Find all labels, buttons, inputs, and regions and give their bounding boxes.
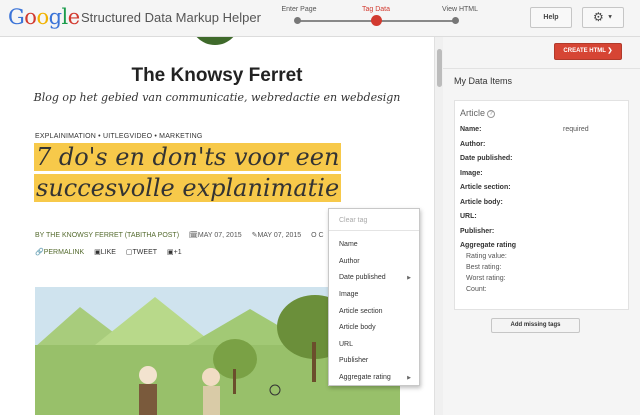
tweet-link[interactable]: ▢TWEET <box>126 248 157 256</box>
article-meta: BY THE KNOWSY FERRET (TABITHA POST) 🗓MAY… <box>35 231 332 239</box>
field-url[interactable]: URL: <box>460 213 477 220</box>
scrollbar-thumb[interactable] <box>437 49 442 87</box>
help-circle-icon[interactable]: ? <box>487 110 496 118</box>
google-logo: Google <box>8 5 80 29</box>
article-data-card: Article? required Name: Author: Date pub… <box>454 100 629 310</box>
step-tag-data-dot[interactable] <box>371 15 382 26</box>
my-data-items-title: My Data Items <box>454 76 513 86</box>
blog-avatar-image <box>190 37 240 45</box>
app-title: Structured Data Markup Helper <box>81 10 261 25</box>
field-count[interactable]: Count: <box>466 286 487 293</box>
menu-item-article-section[interactable]: Article section <box>329 304 419 320</box>
field-aggregate-rating[interactable]: Aggregate rating <box>460 242 516 249</box>
share-links: 🔗PERMALINK ▣LIKE ▢TWEET ▣+1 <box>35 248 190 256</box>
link-icon: 🔗 <box>35 249 44 256</box>
field-article-section[interactable]: Article section: <box>460 184 511 191</box>
facebook-icon: ▣ <box>94 249 101 256</box>
step-view-html-label: View HTML <box>441 6 479 13</box>
menu-item-url[interactable]: URL <box>329 337 419 353</box>
field-author[interactable]: Author: <box>460 141 485 148</box>
card-title: Article? <box>460 108 496 118</box>
headline-line-1[interactable]: 7 do's en don'ts voor een <box>34 143 342 171</box>
step-enter-page-label: Enter Page <box>281 6 317 13</box>
twitter-icon: ▢ <box>125 249 133 256</box>
menu-item-image[interactable]: Image <box>329 287 419 303</box>
submenu-arrow-icon: ▶ <box>407 375 411 381</box>
blog-title[interactable]: The Knowsy Ferret <box>0 65 434 87</box>
step-enter-page-dot[interactable] <box>294 17 301 24</box>
blog-subtitle[interactable]: Blog op het gebied van communicatie, web… <box>0 91 434 104</box>
date-modified[interactable]: ✎MAY 07, 2015 <box>252 231 302 239</box>
date-published[interactable]: 🗓MAY 07, 2015 <box>189 231 242 239</box>
calendar-icon: 🗓 <box>189 232 198 239</box>
author-link[interactable]: BY THE KNOWSY FERRET (TABITHA POST) <box>35 232 179 239</box>
add-missing-tags-button[interactable]: Add missing tags <box>491 318 580 333</box>
field-rating-value[interactable]: Rating value: <box>466 253 507 260</box>
create-html-button[interactable]: CREATE HTML ❯ <box>554 43 622 60</box>
field-worst-rating[interactable]: Worst rating: <box>466 275 506 282</box>
article-categories[interactable]: EXPLAINIMATION • UITLEGVIDEO • MARKETING <box>35 133 203 140</box>
article-headline[interactable]: 7 do's en don'ts voor een succesvolle ex… <box>34 142 342 204</box>
step-view-html-dot[interactable] <box>452 17 459 24</box>
clear-tag-item[interactable]: Clear tag <box>329 213 419 229</box>
content-scrollbar[interactable] <box>434 37 443 415</box>
tag-context-menu: Clear tag Name Author Date published ▶ I… <box>328 208 420 386</box>
panel-divider <box>443 68 640 69</box>
menu-divider <box>329 230 419 231</box>
menu-item-author[interactable]: Author <box>329 254 419 270</box>
google-plus-icon: ▣ <box>166 249 174 256</box>
submenu-arrow-icon: ▶ <box>407 275 411 281</box>
help-button[interactable]: Help <box>530 7 572 28</box>
menu-item-name[interactable]: Name <box>329 237 419 253</box>
field-publisher[interactable]: Publisher: <box>460 228 494 235</box>
menu-item-date-published[interactable]: Date published ▶ <box>329 270 419 286</box>
field-article-body[interactable]: Article body: <box>460 199 503 206</box>
field-name[interactable]: Name: <box>460 126 481 133</box>
headline-line-2[interactable]: succesvolle explanimatie <box>34 174 342 202</box>
menu-item-article-body[interactable]: Article body <box>329 320 419 336</box>
field-best-rating[interactable]: Best rating: <box>466 264 501 271</box>
settings-button[interactable]: ⚙ ▼ <box>582 7 624 28</box>
field-date-published[interactable]: Date published: <box>460 155 513 162</box>
plus-one-link[interactable]: ▣+1 <box>167 248 182 256</box>
gear-icon: ⚙ <box>592 10 604 24</box>
menu-item-aggregate-rating[interactable]: Aggregate rating ▶ <box>329 370 419 386</box>
top-bar: Google Structured Data Markup Helper Ent… <box>0 0 640 37</box>
comments-link[interactable]: O C <box>311 232 323 239</box>
chevron-down-icon: ▼ <box>607 14 614 21</box>
progress-stepper: Enter Page Tag Data View HTML <box>281 0 478 37</box>
field-image[interactable]: Image: <box>460 170 483 177</box>
permalink-link[interactable]: 🔗PERMALINK <box>35 248 84 256</box>
step-tag-data-label: Tag Data <box>361 6 391 13</box>
data-items-panel: CREATE HTML ❯ My Data Items Article? req… <box>443 37 640 415</box>
required-label: required <box>563 126 589 133</box>
like-link[interactable]: ▣LIKE <box>94 248 116 256</box>
menu-item-publisher[interactable]: Publisher <box>329 353 419 369</box>
